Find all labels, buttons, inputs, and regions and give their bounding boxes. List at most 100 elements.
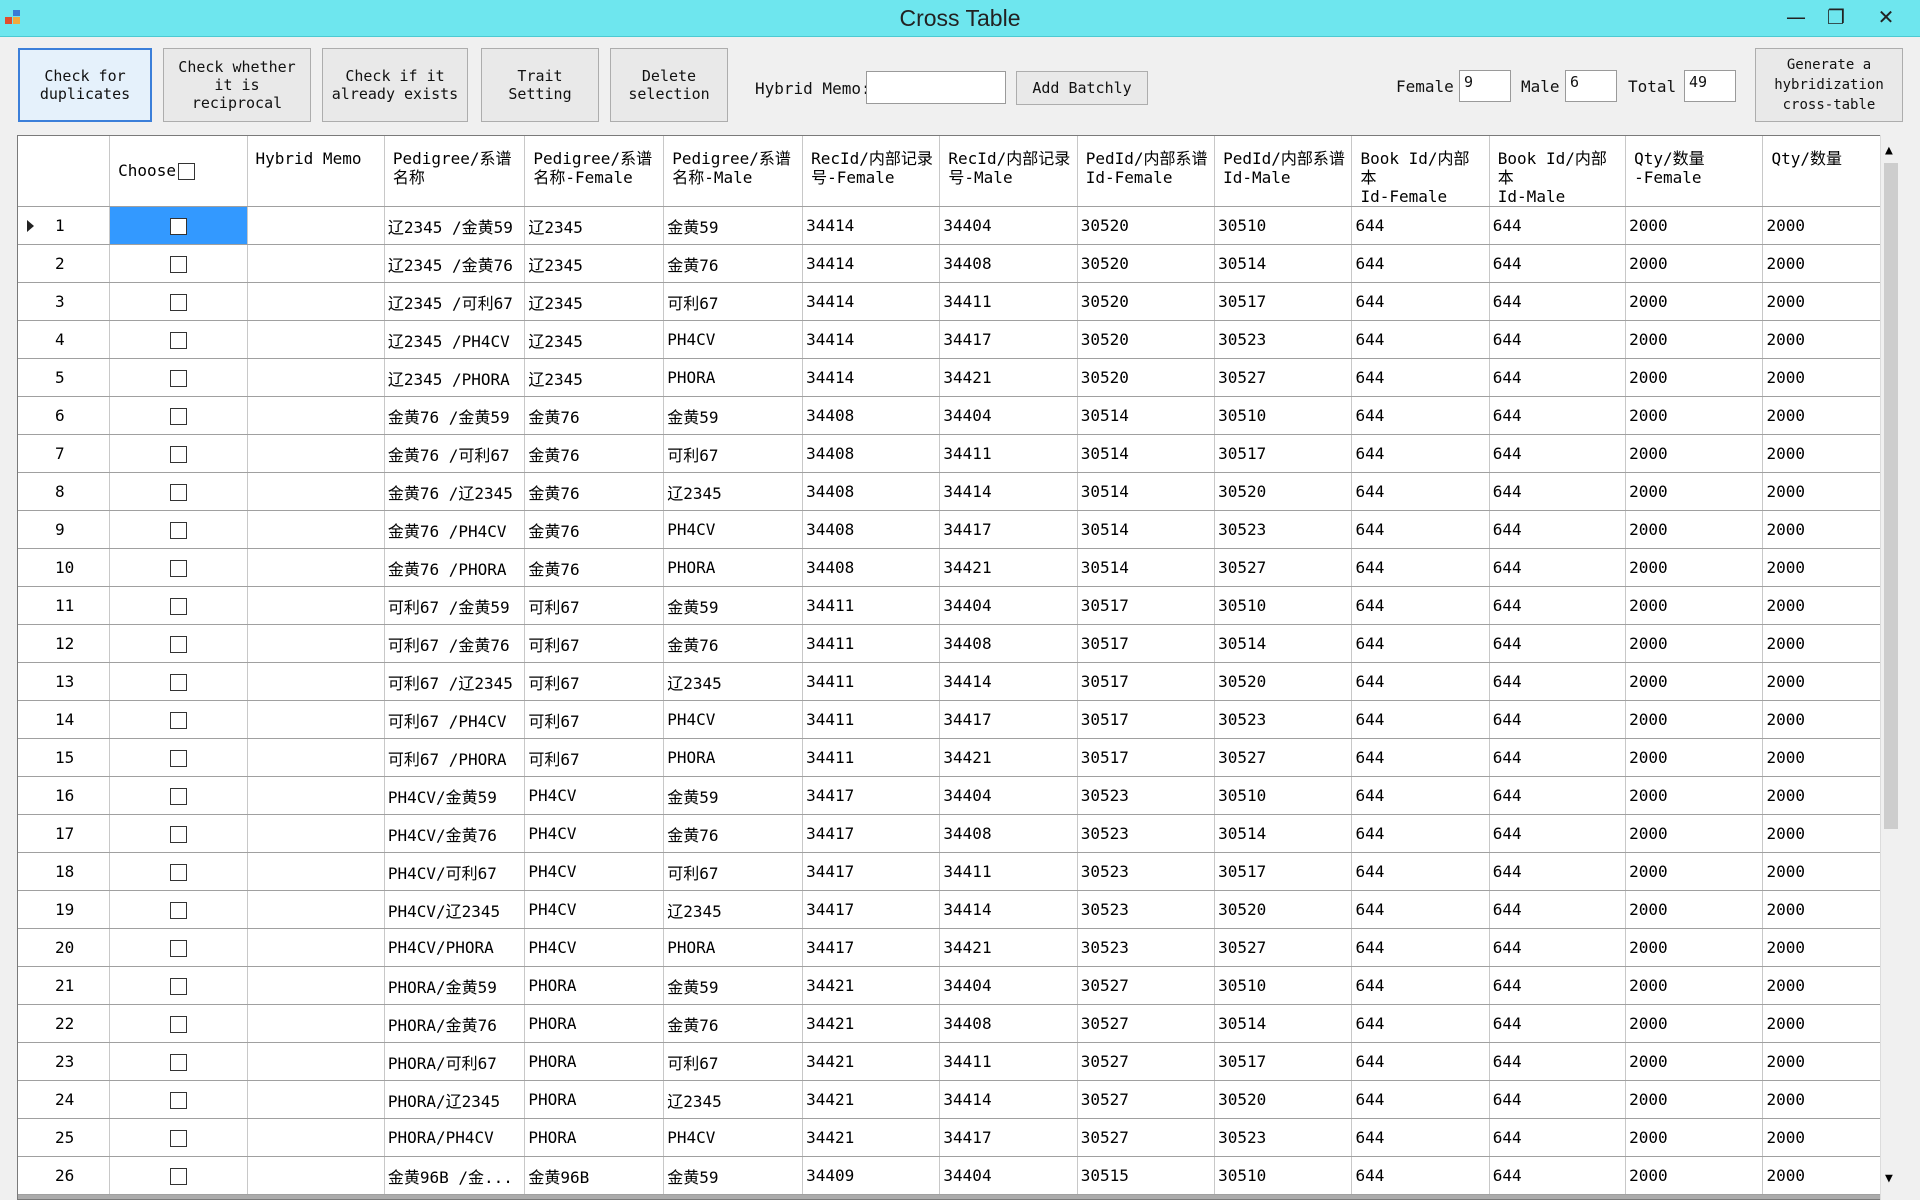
choose-cell[interactable] <box>109 358 248 397</box>
choose-cell[interactable] <box>109 890 248 929</box>
table-cell[interactable]: 30523 <box>1077 776 1216 815</box>
table-row[interactable]: 7 金黄76 /可利67 金黄76 可利67 34408 34411 30514 30517 6… <box>18 434 1900 473</box>
row-header[interactable]: 8 <box>18 472 111 511</box>
table-cell[interactable]: 可利67 /辽2345 <box>384 662 526 701</box>
table-cell[interactable]: 30514 <box>1077 396 1216 435</box>
table-row[interactable]: 23 PHORA/可利67 PHORA 可利67 34421 34411 30527 3051… <box>18 1042 1900 1081</box>
table-cell[interactable]: 34414 <box>939 1080 1078 1119</box>
table-cell[interactable]: 辽2345 <box>524 244 665 283</box>
table-cell[interactable]: 30523 <box>1214 700 1353 739</box>
table-cell[interactable]: 34414 <box>802 320 941 359</box>
table-cell[interactable]: 34421 <box>802 1042 941 1081</box>
choose-checkbox[interactable] <box>169 864 187 881</box>
table-row[interactable]: 6 金黄76 /金黄59 金黄76 金黄59 34408 34404 30514 30510 6… <box>18 396 1900 435</box>
table-cell[interactable]: 34417 <box>802 776 941 815</box>
table-cell[interactable]: 30514 <box>1077 472 1216 511</box>
table-cell[interactable]: 可利67 <box>524 624 665 663</box>
column-header[interactable]: Hybrid Memo <box>247 136 385 207</box>
table-cell[interactable]: 34414 <box>802 206 941 245</box>
table-cell[interactable]: 30517 <box>1214 852 1353 891</box>
table-cell[interactable]: 644 <box>1489 244 1627 283</box>
table-cell[interactable] <box>247 700 385 739</box>
table-cell[interactable]: 金黄76 /PH4CV <box>384 510 526 549</box>
table-cell[interactable]: 644 <box>1489 358 1627 397</box>
choose-cell[interactable] <box>109 320 248 359</box>
row-header[interactable]: 10 <box>18 548 111 587</box>
table-row[interactable]: 19 PH4CV/辽2345 PH4CV 辽2345 34417 34414 30523 30… <box>18 890 1900 929</box>
table-cell[interactable]: PH4CV/PHORA <box>384 928 526 967</box>
table-row[interactable]: 1 辽2345 /金黄59 辽2345 金黄59 34414 34404 30520 3051… <box>18 206 1900 245</box>
table-cell[interactable]: 30527 <box>1077 1080 1216 1119</box>
table-cell[interactable]: 34417 <box>939 510 1078 549</box>
table-cell[interactable]: 30510 <box>1214 1156 1353 1195</box>
table-cell[interactable]: 644 <box>1351 776 1490 815</box>
table-cell[interactable]: 2000 <box>1625 510 1764 549</box>
choose-checkbox[interactable] <box>169 902 187 919</box>
choose-checkbox[interactable] <box>169 712 187 729</box>
table-cell[interactable]: 644 <box>1351 206 1490 245</box>
table-cell[interactable]: 34404 <box>939 396 1078 435</box>
table-cell[interactable]: 辽2345 <box>663 1080 804 1119</box>
table-cell[interactable] <box>247 624 385 663</box>
table-cell[interactable]: 30517 <box>1077 624 1216 663</box>
table-cell[interactable]: 644 <box>1489 928 1627 967</box>
row-header[interactable]: 14 <box>18 700 111 739</box>
table-cell[interactable]: 34414 <box>939 662 1078 701</box>
table-cell[interactable]: 34417 <box>802 890 941 929</box>
table-cell[interactable]: 辽2345 <box>663 662 804 701</box>
choose-checkbox[interactable] <box>169 484 187 501</box>
table-row[interactable]: 17 PH4CV/金黄76 PH4CV 金黄76 34417 34408 30523 3051… <box>18 814 1900 853</box>
table-cell[interactable] <box>247 1118 385 1157</box>
table-cell[interactable]: 2000 <box>1625 1004 1764 1043</box>
table-cell[interactable] <box>247 586 385 625</box>
table-cell[interactable] <box>247 396 385 435</box>
table-cell[interactable]: 30517 <box>1077 662 1216 701</box>
table-row[interactable]: 24 PHORA/辽2345 PHORA 辽2345 34421 34414 30527 30… <box>18 1080 1900 1119</box>
table-cell[interactable]: PHORA <box>663 928 804 967</box>
table-cell[interactable] <box>247 358 385 397</box>
table-cell[interactable]: PHORA <box>524 966 665 1005</box>
table-cell[interactable]: 金黄76 <box>663 1004 804 1043</box>
table-cell[interactable]: 金黄76 <box>524 510 665 549</box>
table-cell[interactable]: 644 <box>1351 966 1490 1005</box>
choose-cell[interactable] <box>109 738 248 777</box>
table-cell[interactable]: 34414 <box>939 890 1078 929</box>
table-cell[interactable]: 644 <box>1489 586 1627 625</box>
table-cell[interactable] <box>247 206 385 245</box>
table-cell[interactable]: 金黄76 <box>524 434 665 473</box>
table-cell[interactable]: 644 <box>1351 244 1490 283</box>
column-header[interactable]: Pedigree/系谱 名称-Male <box>663 136 804 207</box>
table-cell[interactable]: 34408 <box>939 1004 1078 1043</box>
scroll-down-icon[interactable]: ▼ <box>1885 1171 1893 1186</box>
female-count-field[interactable]: 9 <box>1459 70 1511 102</box>
table-cell[interactable]: PHORA <box>663 738 804 777</box>
table-cell[interactable]: 30520 <box>1077 206 1216 245</box>
table-cell[interactable]: 34408 <box>939 244 1078 283</box>
table-cell[interactable]: 30527 <box>1214 738 1353 777</box>
table-cell[interactable]: 金黄59 <box>663 1156 804 1195</box>
table-cell[interactable]: PH4CV <box>663 700 804 739</box>
table-cell[interactable]: 金黄96B /金... <box>384 1156 526 1195</box>
table-cell[interactable]: PHORA/辽2345 <box>384 1080 526 1119</box>
table-cell[interactable]: 34404 <box>939 1156 1078 1195</box>
table-cell[interactable]: 金黄76 /辽2345 <box>384 472 526 511</box>
choose-cell[interactable] <box>109 434 248 473</box>
table-cell[interactable]: 34417 <box>939 700 1078 739</box>
table-cell[interactable]: 2000 <box>1625 206 1764 245</box>
table-row[interactable]: 9 金黄76 /PH4CV 金黄76 PH4CV 34408 34417 30514 3052… <box>18 510 1900 549</box>
row-header[interactable]: 2 <box>18 244 111 283</box>
table-cell[interactable]: 可利67 <box>524 738 665 777</box>
male-count-field[interactable]: 6 <box>1565 70 1617 102</box>
table-cell[interactable]: 644 <box>1489 1156 1627 1195</box>
choose-cell[interactable] <box>109 928 248 967</box>
table-cell[interactable]: 30523 <box>1077 814 1216 853</box>
table-cell[interactable]: 可利67 <box>663 282 804 321</box>
check-exists-button[interactable]: Check if it already exists <box>322 48 468 122</box>
table-cell[interactable]: 金黄76 /可利67 <box>384 434 526 473</box>
row-header[interactable]: 22 <box>18 1004 111 1043</box>
table-cell[interactable]: 30523 <box>1214 510 1353 549</box>
table-cell[interactable]: 644 <box>1351 396 1490 435</box>
table-cell[interactable]: 644 <box>1489 472 1627 511</box>
table-cell[interactable]: 辽2345 <box>663 472 804 511</box>
table-cell[interactable] <box>247 852 385 891</box>
